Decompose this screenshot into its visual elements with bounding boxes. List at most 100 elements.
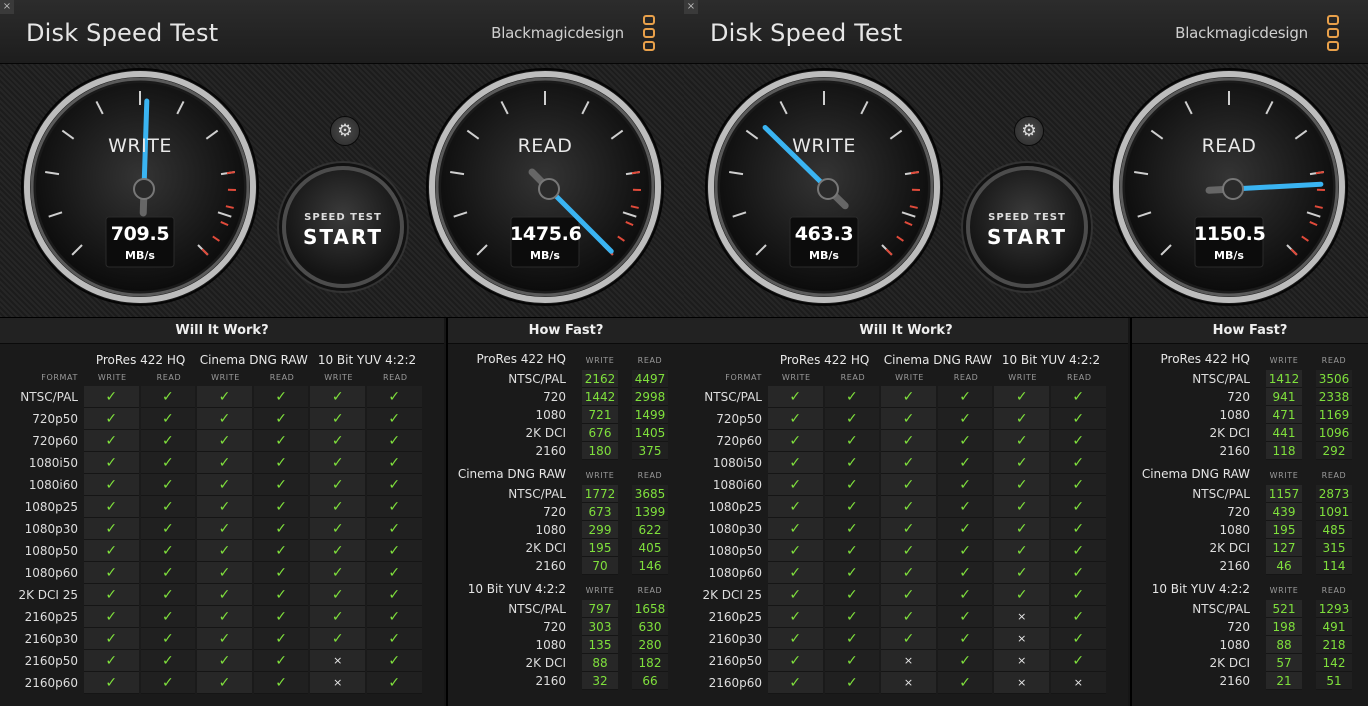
how-fast-row-label: 2160 bbox=[535, 674, 566, 688]
will-it-work-column: ✓ ✓ ✓ ✓ ✓ ✓ ✓ ✓ ✓ ✓ ✓ ✓ ✓ ✓ bbox=[197, 386, 252, 694]
check-icon: ✓ bbox=[1051, 452, 1106, 474]
how-fast-read-value: 4497 bbox=[632, 370, 668, 388]
check-icon: ✓ bbox=[824, 474, 880, 496]
title-bar: × Disk Speed Test Blackmagicdesign bbox=[0, 0, 684, 64]
how-fast-read-value: 485 bbox=[1316, 521, 1352, 539]
format-row-label: 2160p30 bbox=[708, 632, 762, 646]
check-icon: ✓ bbox=[140, 430, 196, 452]
how-fast-group-title: ProRes 422 HQ bbox=[1160, 352, 1250, 366]
how-fast-write-value: 180 bbox=[582, 442, 618, 460]
how-fast-write-value: 299 bbox=[582, 521, 618, 539]
check-icon: ✓ bbox=[994, 562, 1049, 584]
format-row-label: 1080p50 bbox=[24, 544, 78, 558]
check-icon: ✓ bbox=[367, 606, 422, 628]
how-fast-write-value: 2162 bbox=[582, 370, 618, 388]
check-icon: ✓ bbox=[197, 540, 252, 562]
check-icon: ✓ bbox=[253, 672, 309, 694]
check-icon: ✓ bbox=[84, 606, 139, 628]
how-fast-read-header: READ bbox=[1321, 586, 1347, 595]
how-fast-row-label: 2K DCI bbox=[525, 426, 566, 440]
check-icon: ✓ bbox=[140, 518, 196, 540]
check-icon: ✓ bbox=[84, 430, 139, 452]
check-icon: ✓ bbox=[84, 386, 139, 408]
read-gauge-label: READ bbox=[517, 135, 573, 157]
how-fast-read-value: 66 bbox=[632, 672, 668, 690]
write-speed-unit: MB/s bbox=[125, 249, 155, 262]
start-button[interactable]: SPEED TEST START bbox=[282, 166, 404, 288]
check-icon: ✓ bbox=[994, 452, 1049, 474]
check-icon: ✓ bbox=[881, 540, 936, 562]
format-row-label: 2160p60 bbox=[708, 676, 762, 690]
blackmagic-logo-icon bbox=[1327, 15, 1339, 51]
check-icon: ✓ bbox=[367, 584, 422, 606]
check-icon: ✓ bbox=[310, 474, 365, 496]
check-icon: ✓ bbox=[1051, 540, 1106, 562]
cross-icon: × bbox=[1051, 672, 1106, 694]
read-gauge bbox=[1110, 68, 1348, 306]
start-button-label: START bbox=[986, 225, 1068, 249]
check-icon: ✓ bbox=[84, 562, 139, 584]
format-row-label: NTSC/PAL bbox=[704, 390, 762, 404]
check-icon: ✓ bbox=[824, 650, 880, 672]
check-icon: ✓ bbox=[994, 540, 1049, 562]
start-button[interactable]: SPEED TEST START bbox=[966, 166, 1088, 288]
write-speed-unit: MB/s bbox=[809, 249, 839, 262]
check-icon: ✓ bbox=[140, 628, 196, 650]
how-fast-write-value: 521 bbox=[1266, 600, 1302, 618]
check-icon: ✓ bbox=[1051, 606, 1106, 628]
read-speed-value: 1475.6 bbox=[510, 223, 582, 245]
check-icon: ✓ bbox=[881, 606, 936, 628]
app-title: Disk Speed Test bbox=[710, 19, 903, 47]
check-icon: ✓ bbox=[197, 672, 252, 694]
will-it-work-group-header: 10 Bit YUV 4:2:2 bbox=[1001, 353, 1101, 367]
close-icon[interactable]: × bbox=[0, 0, 14, 14]
format-row-label: 1080p50 bbox=[708, 544, 762, 558]
close-icon[interactable]: × bbox=[684, 0, 698, 14]
check-icon: ✓ bbox=[310, 386, 365, 408]
how-fast-read-value: 491 bbox=[1316, 618, 1352, 636]
how-fast-read-value: 1658 bbox=[632, 600, 668, 618]
how-fast-read-value: 2873 bbox=[1316, 485, 1352, 503]
how-fast-row-label: 2160 bbox=[1219, 559, 1250, 573]
how-fast-write-value: 441 bbox=[1266, 424, 1302, 442]
check-icon: ✓ bbox=[310, 408, 365, 430]
check-icon: ✓ bbox=[140, 540, 196, 562]
how-fast-write-value: 1772 bbox=[582, 485, 618, 503]
will-it-work-column: ✓ ✓ ✓ ✓ ✓ ✓ ✓ ✓ ✓ ✓ ✓ ✓ ✓ ✓ bbox=[140, 386, 196, 694]
disk-speed-test-window: × Disk Speed Test Blackmagicdesign WRITE 709… bbox=[0, 0, 684, 706]
check-icon: ✓ bbox=[824, 606, 880, 628]
how-fast-read-value: 1293 bbox=[1316, 600, 1352, 618]
will-it-work-column: ✓ ✓ ✓ ✓ ✓ ✓ ✓ ✓ ✓ ✓ × × × × bbox=[994, 386, 1049, 694]
how-fast-read-header: READ bbox=[637, 471, 663, 480]
check-icon: ✓ bbox=[768, 496, 823, 518]
will-it-work-panel: Will It Work? FORMAT ProRes 422 HQ WRITE REA… bbox=[0, 318, 444, 706]
read-gauge bbox=[426, 68, 664, 306]
how-fast-row-label: 2K DCI bbox=[1209, 541, 1250, 555]
check-icon: ✓ bbox=[197, 496, 252, 518]
format-row-label: NTSC/PAL bbox=[20, 390, 78, 404]
read-speed-value: 1150.5 bbox=[1194, 223, 1266, 245]
check-icon: ✓ bbox=[367, 430, 422, 452]
gauge-redline-tick bbox=[226, 170, 235, 175]
how-fast-write-value: 941 bbox=[1266, 388, 1302, 406]
will-it-work-group-header: Cinema DNG RAW bbox=[883, 353, 992, 367]
write-gauge-label: WRITE bbox=[108, 135, 172, 157]
check-icon: ✓ bbox=[84, 672, 139, 694]
settings-gear-icon[interactable]: ⚙ bbox=[1014, 116, 1044, 146]
check-icon: ✓ bbox=[197, 584, 252, 606]
check-icon: ✓ bbox=[310, 584, 365, 606]
check-icon: ✓ bbox=[937, 628, 993, 650]
how-fast-write-value: 70 bbox=[582, 557, 618, 575]
check-icon: ✓ bbox=[1051, 430, 1106, 452]
settings-gear-icon[interactable]: ⚙ bbox=[330, 116, 360, 146]
how-fast-title: How Fast? bbox=[1132, 318, 1368, 344]
will-it-work-sub-header: WRITE bbox=[211, 373, 240, 382]
will-it-work-sub-header: READ bbox=[269, 373, 295, 382]
how-fast-write-header: WRITE bbox=[1269, 586, 1299, 595]
check-icon: ✓ bbox=[937, 386, 993, 408]
check-icon: ✓ bbox=[84, 474, 139, 496]
how-fast-read-value: 114 bbox=[1316, 557, 1352, 575]
how-fast-read-value: 1096 bbox=[1316, 424, 1352, 442]
how-fast-read-value: 292 bbox=[1316, 442, 1352, 460]
check-icon: ✓ bbox=[994, 474, 1049, 496]
